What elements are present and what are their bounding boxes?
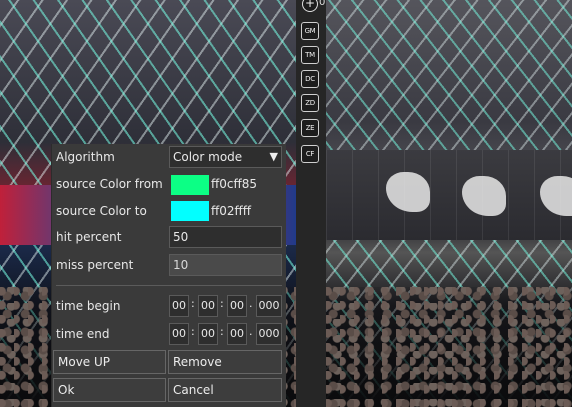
colon: . — [249, 297, 253, 310]
colon: : — [191, 325, 195, 338]
colon: . — [249, 325, 253, 338]
hit-percent-input[interactable]: 50 — [169, 226, 282, 248]
colon: : — [220, 325, 224, 338]
add-icon[interactable]: + — [302, 0, 318, 12]
colon: : — [220, 297, 224, 310]
side-toolbar: + GM TM DC ZD ZE CF 0 — [296, 0, 326, 407]
miss-percent-input[interactable]: 10 — [169, 254, 282, 276]
time-end-ms[interactable]: 000 — [256, 323, 282, 345]
dc-button[interactable]: DC — [301, 70, 319, 88]
time-begin-hours[interactable]: 00 — [169, 295, 189, 317]
separator — [56, 285, 282, 286]
source-to-hex: ff02ffff — [211, 204, 252, 218]
source-from-swatch[interactable] — [171, 175, 209, 195]
time-end-seconds[interactable]: 00 — [227, 323, 247, 345]
algorithm-value: Color mode — [173, 150, 243, 164]
crowd — [326, 287, 572, 407]
ze-button[interactable]: ZE — [301, 119, 319, 137]
time-begin-seconds[interactable]: 00 — [227, 295, 247, 317]
source-to-label: source Color to — [56, 204, 147, 218]
dropdown-arrow-icon: ▼ — [269, 150, 278, 163]
miss-percent-label: miss percent — [56, 258, 134, 272]
stage-screen — [326, 150, 572, 240]
source-to-swatch[interactable] — [171, 201, 209, 221]
time-begin-ms[interactable]: 000 — [256, 295, 282, 317]
algorithm-label: Algorithm — [56, 150, 115, 164]
source-from-label: source Color from — [56, 177, 163, 191]
colon: : — [191, 297, 195, 310]
corner-label: 0 — [319, 0, 326, 8]
time-begin-label: time begin — [56, 299, 121, 313]
source-from-hex: ff0cff85 — [211, 177, 258, 191]
algorithm-select[interactable]: Color mode ▼ — [169, 146, 282, 168]
time-end-minutes[interactable]: 00 — [198, 323, 218, 345]
cancel-button[interactable]: Cancel — [168, 378, 282, 402]
video-preview-right — [326, 0, 572, 407]
cf-button[interactable]: CF — [301, 145, 319, 163]
color-filter-dialog: Algorithm Color mode ▼ source Color from… — [51, 144, 286, 407]
move-up-button[interactable]: Move UP — [53, 350, 166, 374]
gm-button[interactable]: GM — [301, 22, 319, 40]
remove-button[interactable]: Remove — [168, 350, 282, 374]
ok-button[interactable]: Ok — [53, 378, 166, 402]
time-end-hours[interactable]: 00 — [169, 323, 189, 345]
zd-button[interactable]: ZD — [301, 94, 319, 112]
time-end-label: time end — [56, 327, 110, 341]
time-begin-minutes[interactable]: 00 — [198, 295, 218, 317]
tm-button[interactable]: TM — [301, 46, 319, 64]
hit-percent-label: hit percent — [56, 230, 122, 244]
